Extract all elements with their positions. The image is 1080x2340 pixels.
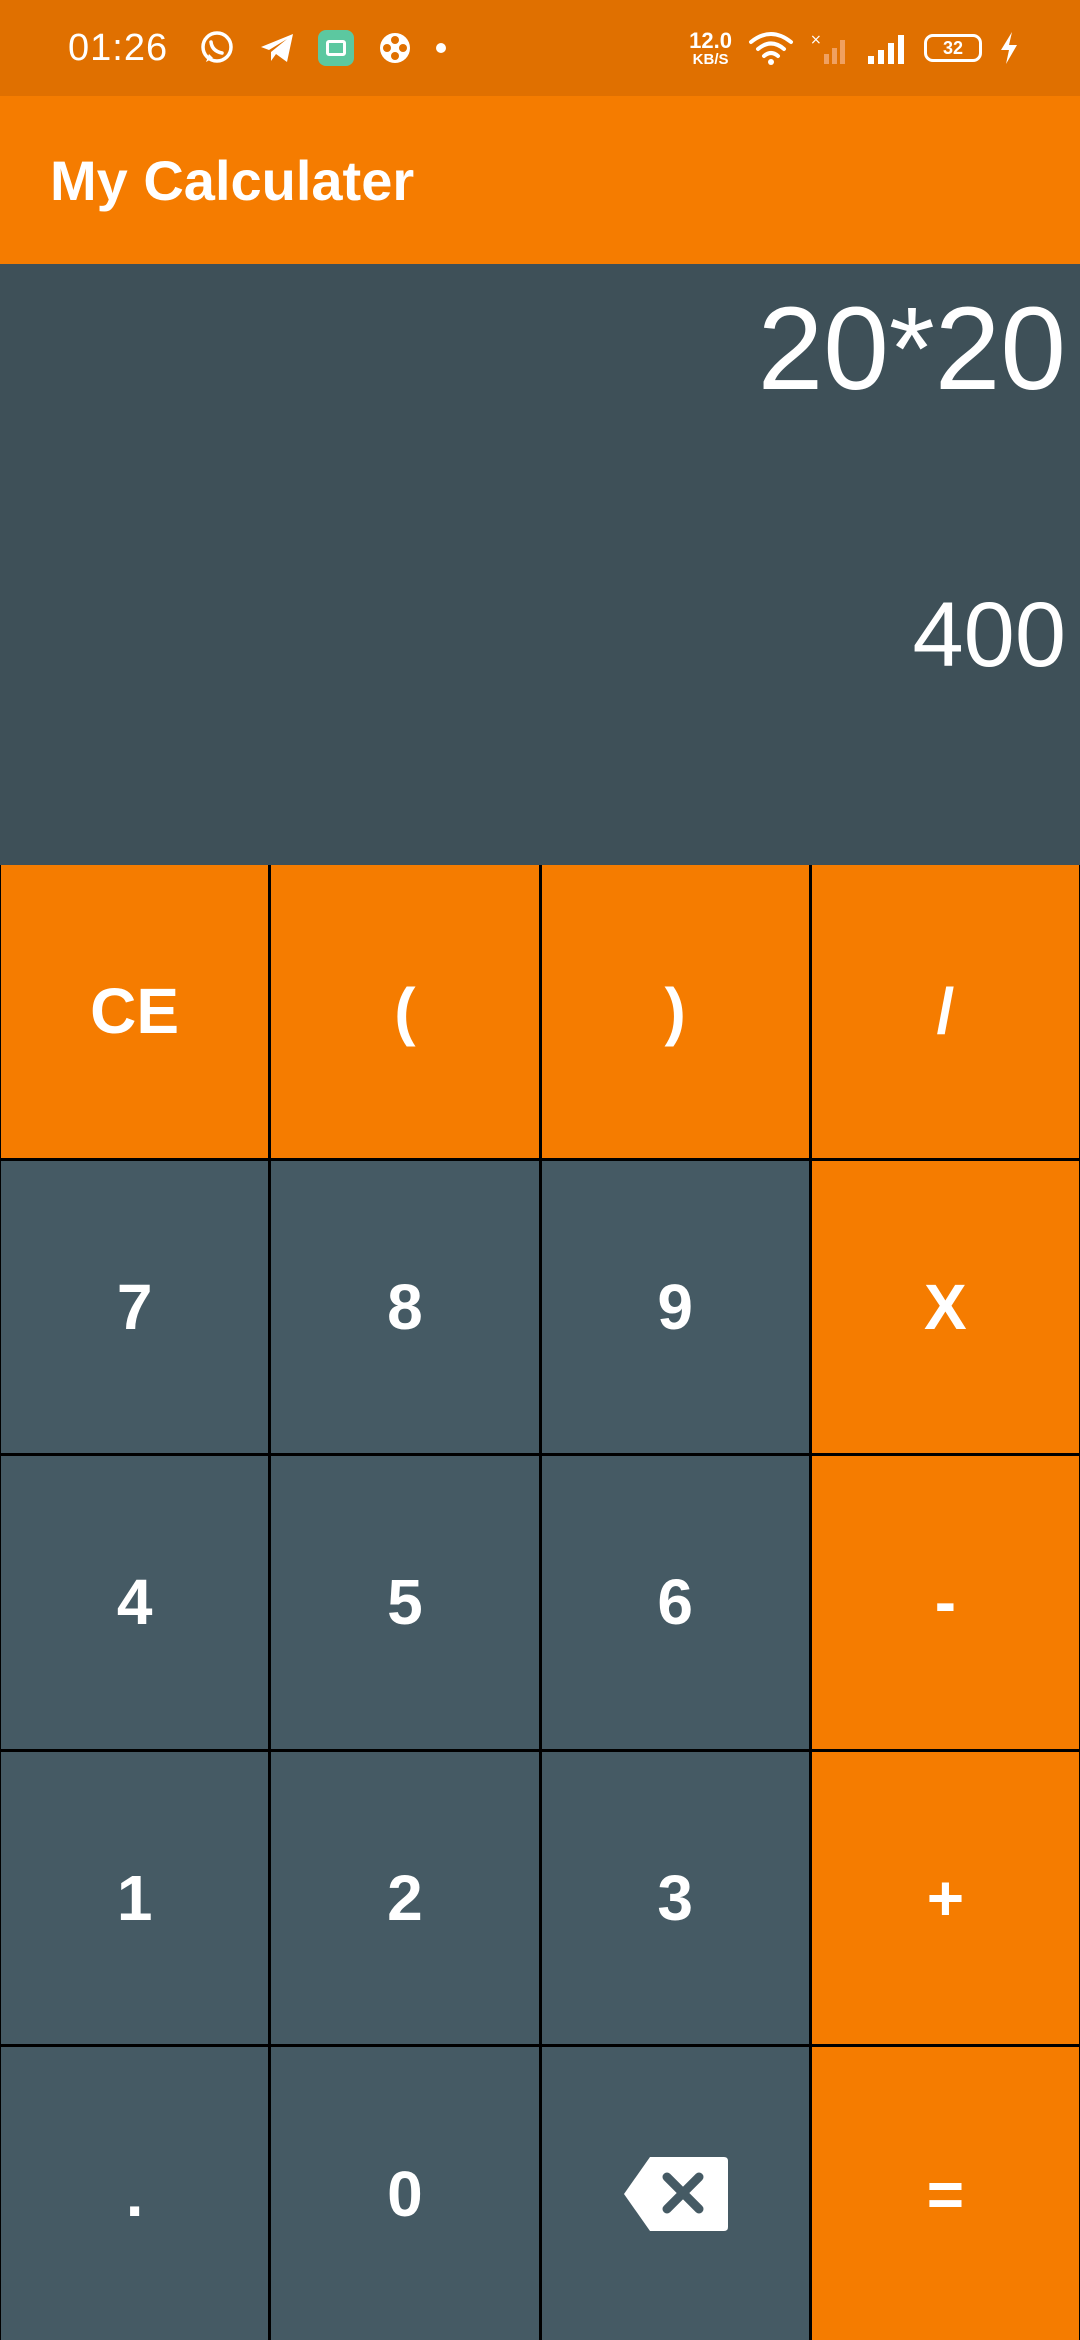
charging-icon xyxy=(1001,32,1017,64)
divide-button[interactable]: / xyxy=(811,865,1079,1158)
digit-7-button[interactable]: 7 xyxy=(1,1160,269,1454)
whatsapp-icon xyxy=(201,31,233,63)
digit-1-button[interactable]: 1 xyxy=(1,1751,269,2045)
app-bar: My Calculater xyxy=(0,96,1080,264)
keypad: CE ( ) / 7 8 9 X 4 5 6 - 1 2 3 + . 0 = xyxy=(0,865,1080,2340)
digit-0-button[interactable]: 0 xyxy=(271,2047,539,2340)
clear-entry-button[interactable]: CE xyxy=(1,865,269,1158)
add-button[interactable]: + xyxy=(811,1751,1079,2045)
notification-dot xyxy=(436,43,447,53)
calculator-screen: 01:26 12.0 KB/S × 32 My Calculater 20*20… xyxy=(0,0,1080,2340)
net-speed: 12.0 KB/S xyxy=(689,27,732,68)
status-bar: 01:26 12.0 KB/S × 32 xyxy=(0,0,1080,96)
equals-button[interactable]: = xyxy=(811,2047,1079,2340)
film-reel-icon xyxy=(380,33,411,63)
backspace-icon xyxy=(624,2156,729,2231)
backspace-button[interactable] xyxy=(541,2047,809,2340)
result-text: 400 xyxy=(912,584,1067,686)
app-title: My Calculater xyxy=(50,148,415,212)
signal-no-service-icon: × xyxy=(810,32,845,64)
telegram-icon xyxy=(261,34,294,62)
subtract-button[interactable]: - xyxy=(811,1456,1079,1749)
open-paren-button[interactable]: ( xyxy=(271,865,539,1158)
digit-5-button[interactable]: 5 xyxy=(271,1456,539,1749)
notification-icons xyxy=(198,29,447,67)
status-time: 01:26 xyxy=(68,26,169,69)
app-icon xyxy=(318,30,355,66)
signal-icon xyxy=(868,35,904,64)
wifi-icon xyxy=(749,32,793,65)
digit-6-button[interactable]: 6 xyxy=(541,1456,809,1749)
net-speed-value: 12.0 xyxy=(689,27,732,53)
system-icons: 12.0 KB/S × 32 xyxy=(689,27,1020,68)
digit-2-button[interactable]: 2 xyxy=(271,1751,539,2045)
calculator-display: 20*20 400 xyxy=(0,264,1080,865)
digit-3-button[interactable]: 3 xyxy=(541,1751,809,2045)
decimal-button[interactable]: . xyxy=(1,2047,269,2340)
svg-text:×: × xyxy=(810,32,822,48)
digit-8-button[interactable]: 8 xyxy=(271,1160,539,1454)
close-paren-button[interactable]: ) xyxy=(541,865,809,1158)
net-speed-unit: KB/S xyxy=(692,50,729,68)
battery-icon: 32 xyxy=(924,34,982,62)
multiply-button[interactable]: X xyxy=(811,1160,1079,1454)
expression-text: 20*20 xyxy=(757,283,1066,415)
digit-9-button[interactable]: 9 xyxy=(541,1160,809,1454)
digit-4-button[interactable]: 4 xyxy=(1,1456,269,1749)
